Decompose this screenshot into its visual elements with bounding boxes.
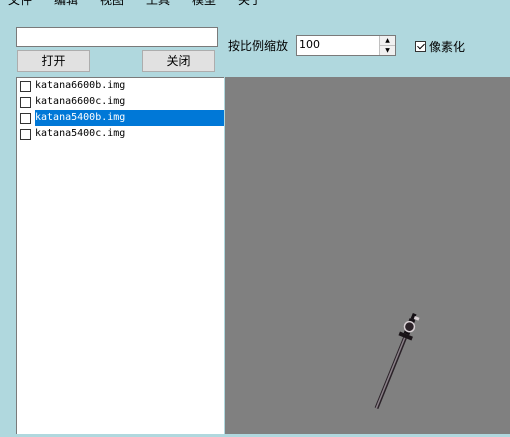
file-checkbox[interactable] (20, 112, 31, 124)
menu-tools[interactable]: 工具 (146, 0, 192, 8)
menu-bar: 文件 编辑 视图 工具 模型 关于 (0, 0, 510, 8)
spin-down-icon[interactable]: ▼ (380, 46, 395, 55)
scale-spinner[interactable]: 100 ▲ ▼ (296, 35, 396, 56)
menu-view[interactable]: 视图 (100, 0, 146, 8)
scale-value[interactable]: 100 (299, 38, 320, 51)
file-name: katana6600c.img (35, 96, 126, 107)
list-item[interactable]: katana5400c.img (17, 126, 224, 142)
preview-canvas[interactable] (225, 77, 510, 434)
katana-sprite-icon (374, 312, 420, 410)
pixelate-option[interactable]: 像素化 (415, 38, 465, 55)
file-checkbox[interactable] (20, 96, 31, 108)
scale-label: 按比例缩放 (228, 39, 289, 53)
close-button[interactable]: 关闭 (142, 50, 215, 72)
file-checkbox[interactable] (20, 128, 31, 140)
menu-about[interactable]: 关于 (238, 0, 284, 8)
menu-file[interactable]: 文件 (8, 0, 54, 8)
spin-up-icon[interactable]: ▲ (380, 36, 395, 46)
pixelate-label: 像素化 (429, 40, 466, 54)
file-name: katana5400b.img (35, 110, 224, 126)
file-name: katana6600b.img (35, 80, 126, 91)
file-list[interactable]: katana6600b.img katana6600c.img katana54… (16, 77, 224, 434)
list-item-selected[interactable]: katana5400b.img (17, 110, 224, 126)
file-checkbox[interactable] (20, 80, 31, 92)
pixelate-checkbox[interactable] (415, 41, 426, 52)
spin-buttons: ▲ ▼ (379, 36, 395, 55)
list-item[interactable]: katana6600c.img (17, 94, 224, 110)
menu-edit[interactable]: 编辑 (54, 0, 100, 8)
open-button[interactable]: 打开 (17, 50, 90, 72)
path-input[interactable] (16, 27, 218, 47)
list-item[interactable]: katana6600b.img (17, 78, 224, 94)
file-name: katana5400c.img (35, 128, 126, 139)
menu-model[interactable]: 模型 (192, 0, 238, 8)
